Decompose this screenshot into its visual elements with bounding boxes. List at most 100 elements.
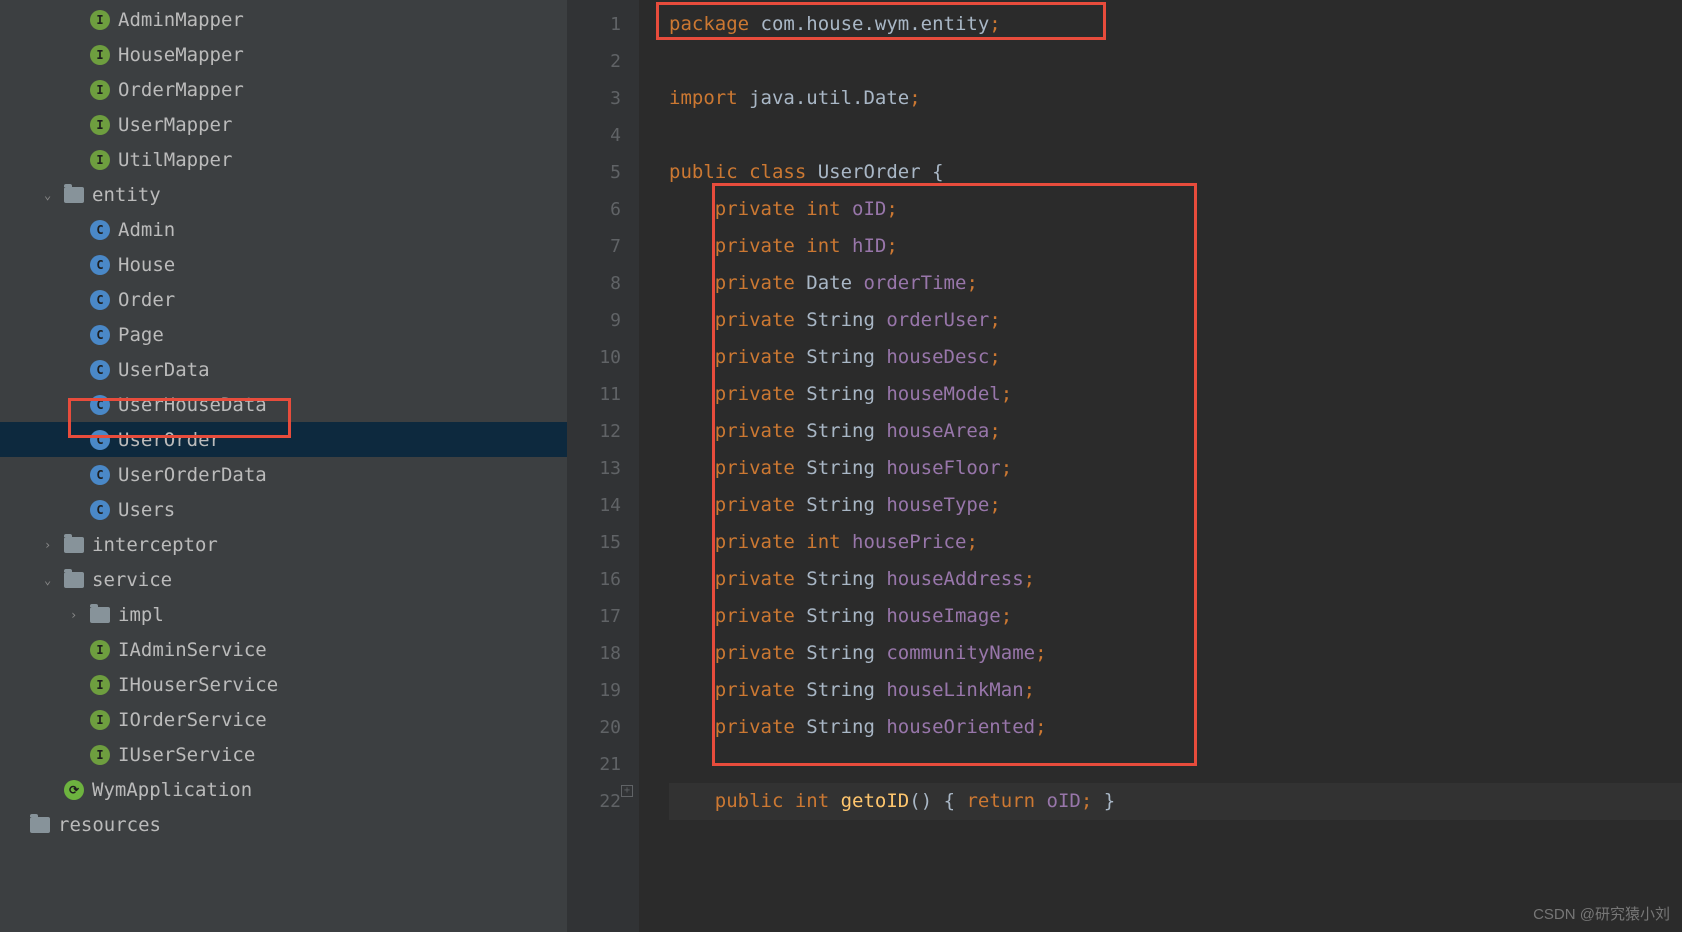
code-line[interactable] <box>669 117 1682 154</box>
chevron-icon[interactable]: › <box>44 538 60 552</box>
line-number: 3 <box>567 80 621 117</box>
code-line[interactable] <box>669 746 1682 783</box>
tree-item-userorderdata[interactable]: CUserOrderData <box>0 457 567 492</box>
tree-item-label: House <box>118 254 175 276</box>
code-line[interactable]: private String houseImage; <box>669 598 1682 635</box>
code-line[interactable]: private String houseModel; <box>669 376 1682 413</box>
tree-item-admin[interactable]: CAdmin <box>0 212 567 247</box>
code-line[interactable]: public class UserOrder { <box>669 154 1682 191</box>
tree-item-label: UserData <box>118 359 210 381</box>
code-line[interactable]: public int getoID() { return oID; } <box>669 783 1682 820</box>
tree-item-label: UserHouseData <box>118 394 267 416</box>
tree-item-house[interactable]: C House <box>0 247 567 282</box>
code-line[interactable]: private String houseType; <box>669 487 1682 524</box>
tree-item-label: WymApplication <box>92 779 252 801</box>
line-number: 12 <box>567 413 621 450</box>
tree-item-userhousedata[interactable]: CUserHouseData <box>0 387 567 422</box>
spring-icon: ⟳ <box>64 780 84 800</box>
code-line[interactable]: import java.util.Date; <box>669 80 1682 117</box>
tree-item-interceptor[interactable]: ›interceptor <box>0 527 567 562</box>
tree-item-adminmapper[interactable]: IAdminMapper <box>0 2 567 37</box>
line-number: 19 <box>567 672 621 709</box>
code-line[interactable]: private String houseLinkMan; <box>669 672 1682 709</box>
code-line[interactable]: private String communityName; <box>669 635 1682 672</box>
folder-icon <box>64 187 84 203</box>
tree-item-label: IOrderService <box>118 709 267 731</box>
tree-item-wymapplication[interactable]: ⟳ WymApplication <box>0 772 567 807</box>
line-number: 4 <box>567 117 621 154</box>
line-number: 8 <box>567 265 621 302</box>
class-icon: C <box>90 360 110 380</box>
fold-icon[interactable]: + <box>621 785 633 797</box>
line-number: 9 <box>567 302 621 339</box>
interface-icon: I <box>90 745 110 765</box>
tree-item-impl[interactable]: › impl <box>0 597 567 632</box>
tree-item-label: resources <box>58 814 161 836</box>
code-line[interactable]: private String orderUser; <box>669 302 1682 339</box>
code-line[interactable]: private String houseArea; <box>669 413 1682 450</box>
code-line[interactable]: private int hID; <box>669 228 1682 265</box>
watermark: CSDN @研究猿小刘 <box>1533 903 1670 924</box>
tree-item-ordermapper[interactable]: I OrderMapper <box>0 72 567 107</box>
tree-item-ihouserservice[interactable]: IIHouserService <box>0 667 567 702</box>
tree-item-resources[interactable]: resources <box>0 807 567 842</box>
tree-item-iorderservice[interactable]: I IOrderService <box>0 702 567 737</box>
code-line[interactable]: package com.house.wym.entity; <box>669 6 1682 43</box>
code-line[interactable]: private String houseAddress; <box>669 561 1682 598</box>
project-tree-sidebar[interactable]: IAdminMapperIHouseMapperIOrderMapperIUse… <box>0 0 567 932</box>
interface-icon: I <box>90 10 110 30</box>
tree-item-label: impl <box>118 604 164 626</box>
interface-icon: I <box>90 710 110 730</box>
tree-item-entity[interactable]: ⌄ entity <box>0 177 567 212</box>
tree-item-utilmapper[interactable]: IUtilMapper <box>0 142 567 177</box>
line-number: 20 <box>567 709 621 746</box>
tree-item-usermapper[interactable]: IUserMapper <box>0 107 567 142</box>
tree-item-iuserservice[interactable]: IIUserService <box>0 737 567 772</box>
line-number: 5 <box>567 154 621 191</box>
tree-item-page[interactable]: CPage <box>0 317 567 352</box>
tree-item-label: UserMapper <box>118 114 232 136</box>
tree-item-label: service <box>92 569 172 591</box>
class-icon: C <box>90 500 110 520</box>
interface-icon: I <box>90 640 110 660</box>
folder-icon <box>90 607 110 623</box>
interface-icon: I <box>90 150 110 170</box>
line-number: 18 <box>567 635 621 672</box>
tree-item-userdata[interactable]: C UserData <box>0 352 567 387</box>
line-number: 17 <box>567 598 621 635</box>
code-line[interactable]: private int oID; <box>669 191 1682 228</box>
code-line[interactable]: private int housePrice; <box>669 524 1682 561</box>
class-icon: C <box>90 430 110 450</box>
chevron-icon[interactable]: ⌄ <box>44 188 60 202</box>
tree-item-housemapper[interactable]: IHouseMapper <box>0 37 567 72</box>
tree-item-iadminservice[interactable]: IIAdminService <box>0 632 567 667</box>
chevron-icon[interactable]: ⌄ <box>44 573 60 587</box>
tree-item-label: entity <box>92 184 161 206</box>
code-editor[interactable]: 12345678910111213141516171819202122 pack… <box>567 0 1682 932</box>
tree-item-userorder[interactable]: C UserOrder <box>0 422 567 457</box>
class-icon: C <box>90 255 110 275</box>
line-number: 10 <box>567 339 621 376</box>
line-number: 11 <box>567 376 621 413</box>
interface-icon: I <box>90 80 110 100</box>
code-line[interactable]: private String houseDesc; <box>669 339 1682 376</box>
tree-item-service[interactable]: ⌄ service <box>0 562 567 597</box>
tree-item-label: HouseMapper <box>118 44 244 66</box>
tree-item-label: UserOrderData <box>118 464 267 486</box>
tree-item-order[interactable]: COrder <box>0 282 567 317</box>
line-number: 1 <box>567 6 621 43</box>
line-number: 16 <box>567 561 621 598</box>
tree-item-label: OrderMapper <box>118 79 244 101</box>
folder-icon <box>30 817 50 833</box>
line-number: 13 <box>567 450 621 487</box>
line-number: 2 <box>567 43 621 80</box>
code-line[interactable]: private String houseOriented; <box>669 709 1682 746</box>
code-area[interactable]: package com.house.wym.entity; import java… <box>639 0 1682 932</box>
tree-item-label: Admin <box>118 219 175 241</box>
code-line[interactable] <box>669 43 1682 80</box>
code-line[interactable]: private String houseFloor; <box>669 450 1682 487</box>
tree-item-users[interactable]: CUsers <box>0 492 567 527</box>
tree-item-label: UserOrder <box>118 429 221 451</box>
chevron-icon[interactable]: › <box>70 608 86 622</box>
code-line[interactable]: private Date orderTime; <box>669 265 1682 302</box>
